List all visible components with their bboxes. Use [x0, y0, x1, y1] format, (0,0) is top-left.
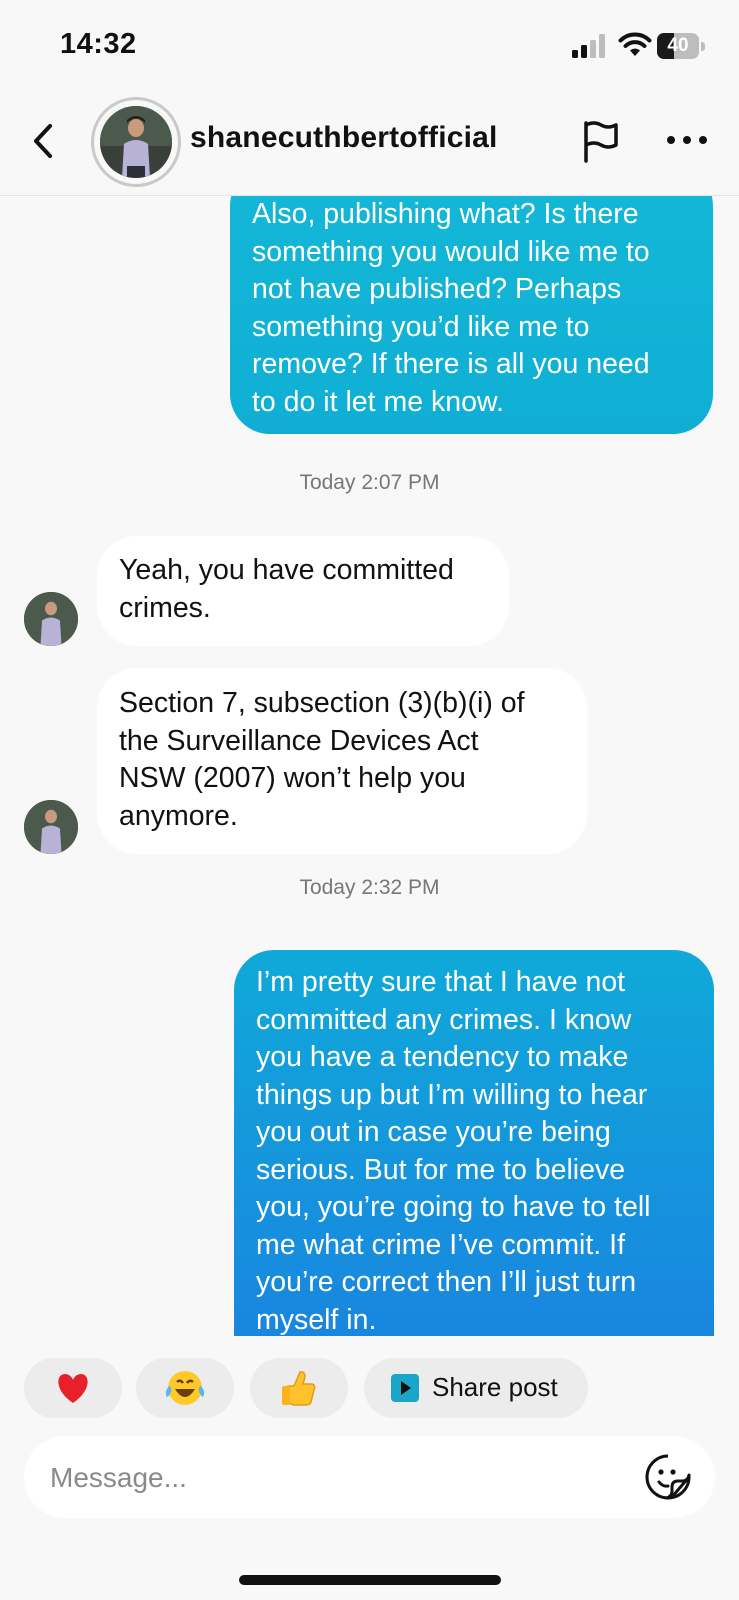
message-composer	[24, 1436, 715, 1518]
share-post-label: Share post	[432, 1372, 558, 1402]
share-post-button[interactable]: Share post	[364, 1358, 588, 1418]
profile-avatar[interactable]	[91, 97, 181, 187]
reaction-laugh-button[interactable]	[136, 1358, 234, 1418]
message-thread[interactable]: Also, publishing what? Is there somethin…	[0, 196, 739, 1336]
message-text: Also, publishing what? Is there somethin…	[252, 198, 650, 418]
message-input[interactable]	[48, 1450, 612, 1506]
share-post-icon	[391, 1374, 419, 1402]
home-indicator[interactable]	[239, 1575, 501, 1585]
signal-icon	[572, 34, 605, 58]
status-time: 14:32	[60, 28, 137, 60]
quick-reactions-bar: Share post	[0, 1358, 739, 1420]
chevron-left-icon[interactable]	[26, 121, 62, 161]
chat-username[interactable]: shanecuthbertofficial	[190, 121, 498, 155]
message-timestamp: Today 2:32 PM	[299, 876, 440, 899]
message-text: Yeah, you have committed crimes.	[119, 554, 454, 624]
incoming-message[interactable]: Section 7, subsection (3)(b)(i) of the S…	[97, 668, 587, 854]
incoming-message[interactable]: Yeah, you have committed crimes.	[97, 536, 509, 646]
sender-avatar[interactable]	[24, 592, 78, 646]
battery-level: 40	[667, 35, 689, 56]
red-heart-emoji	[58, 1374, 88, 1403]
face-with-tears-of-joy-emoji	[165, 1371, 205, 1405]
chat-header: shanecuthbertofficial	[0, 95, 739, 196]
reaction-heart-button[interactable]	[24, 1358, 122, 1418]
outgoing-message[interactable]: Also, publishing what? Is there somethin…	[230, 196, 713, 434]
outgoing-message[interactable]: I’m pretty sure that I have not committe…	[234, 950, 714, 1336]
reaction-thumbs-up-button[interactable]	[250, 1358, 348, 1418]
more-horizontal-icon[interactable]	[665, 125, 709, 155]
message-timestamp: Today 2:07 PM	[299, 471, 440, 494]
message-text: Section 7, subsection (3)(b)(i) of the S…	[119, 687, 525, 832]
status-bar: 14:32 40	[0, 0, 739, 95]
battery-icon: 40	[657, 33, 705, 59]
flag-icon[interactable]	[580, 119, 622, 163]
profile-photo	[100, 106, 172, 178]
message-text: I’m pretty sure that I have not committe…	[256, 966, 651, 1336]
wifi-icon	[618, 32, 652, 56]
sender-avatar[interactable]	[24, 800, 78, 854]
sticker-icon[interactable]	[644, 1453, 692, 1501]
thumbs-up-emoji	[282, 1371, 316, 1406]
